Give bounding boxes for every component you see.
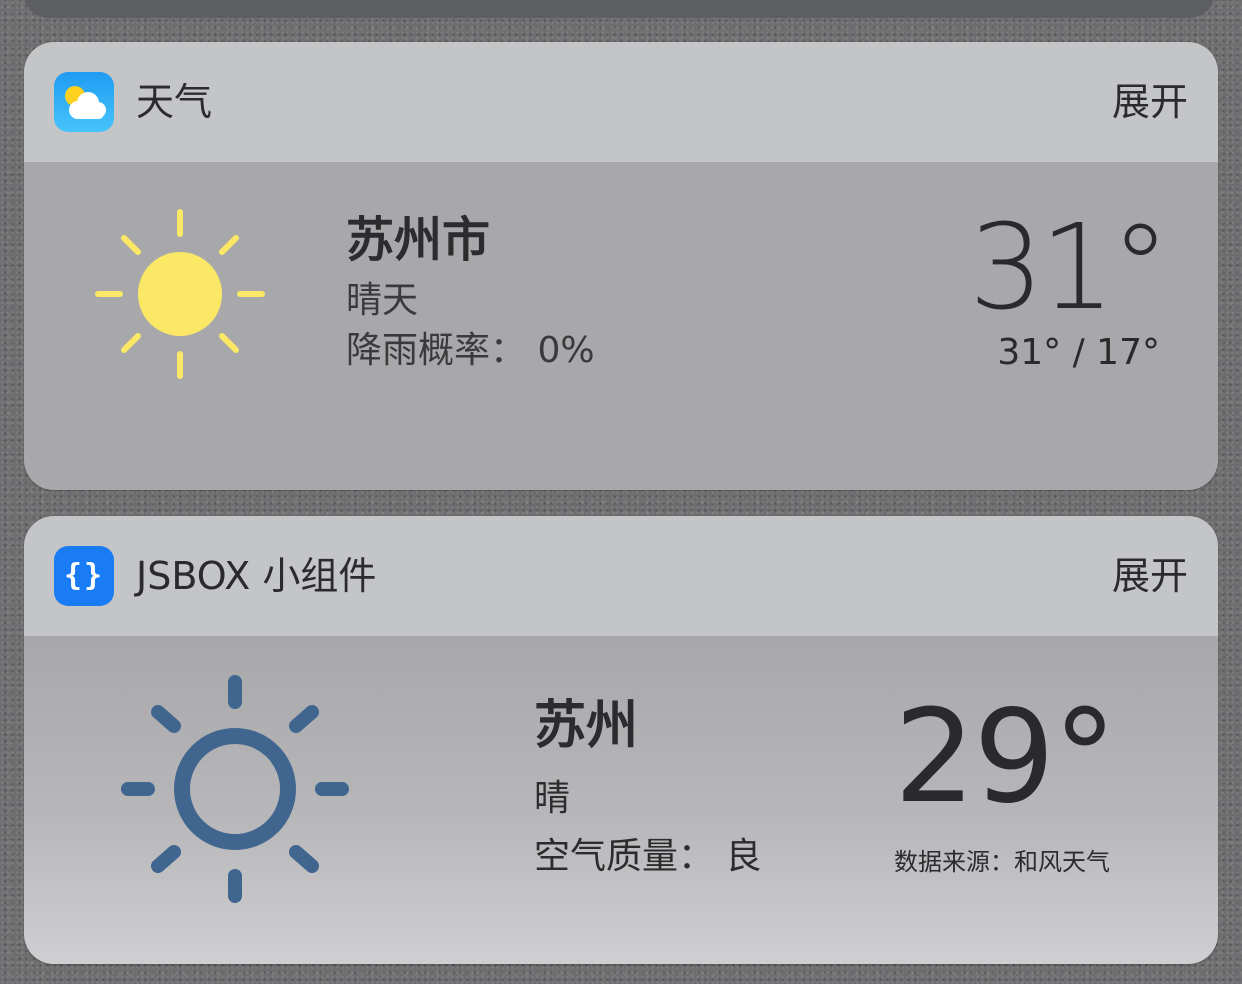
aqi-value: 良 xyxy=(725,836,762,877)
aqi-label: 空气质量： xyxy=(534,836,715,877)
app-name: 天气 xyxy=(136,80,213,124)
city-name: 苏州 xyxy=(534,696,639,756)
temperature-range: 31° / 17° xyxy=(997,332,1160,373)
air-quality: 空气质量： 良 xyxy=(534,834,761,880)
widget-header: 天气 展开 xyxy=(24,42,1218,162)
data-source: 数据来源：和风天气 xyxy=(894,848,1110,876)
current-temperature: 29° xyxy=(894,683,1117,832)
weather-app-icon xyxy=(54,72,114,132)
current-temperature: 31° xyxy=(968,198,1170,336)
jsbox-widget: {} JSBOX 小组件 展开 苏州 晴 空气质量： 良 29° 数据来源：和风… xyxy=(24,516,1218,964)
sun-outline-icon xyxy=(118,672,352,906)
city-name: 苏州市 xyxy=(346,212,491,268)
widget-body[interactable]: 苏州市 晴天 降雨概率： 0% 31° 31° / 17° xyxy=(24,162,1218,490)
weather-condition: 晴 xyxy=(534,778,571,819)
widget-body[interactable]: 苏州 晴 空气质量： 良 29° 数据来源：和风天气 xyxy=(24,636,1218,964)
rain-label: 降雨概率： xyxy=(346,330,527,371)
previous-widget-edge xyxy=(24,0,1214,18)
rain-value: 0% xyxy=(537,330,595,371)
rain-probability: 降雨概率： 0% xyxy=(346,328,595,374)
app-name: JSBOX 小组件 xyxy=(136,554,377,598)
expand-button[interactable]: 展开 xyxy=(1112,552,1188,600)
sun-icon xyxy=(94,208,266,380)
weather-widget: 天气 展开 苏州市 晴天 降雨概率： 0% 31° 31° / 17° xyxy=(24,42,1218,490)
jsbox-app-icon: {} xyxy=(54,546,114,606)
expand-button[interactable]: 展开 xyxy=(1112,78,1188,126)
weather-condition: 晴天 xyxy=(346,280,419,321)
widget-header: {} JSBOX 小组件 展开 xyxy=(24,516,1218,636)
